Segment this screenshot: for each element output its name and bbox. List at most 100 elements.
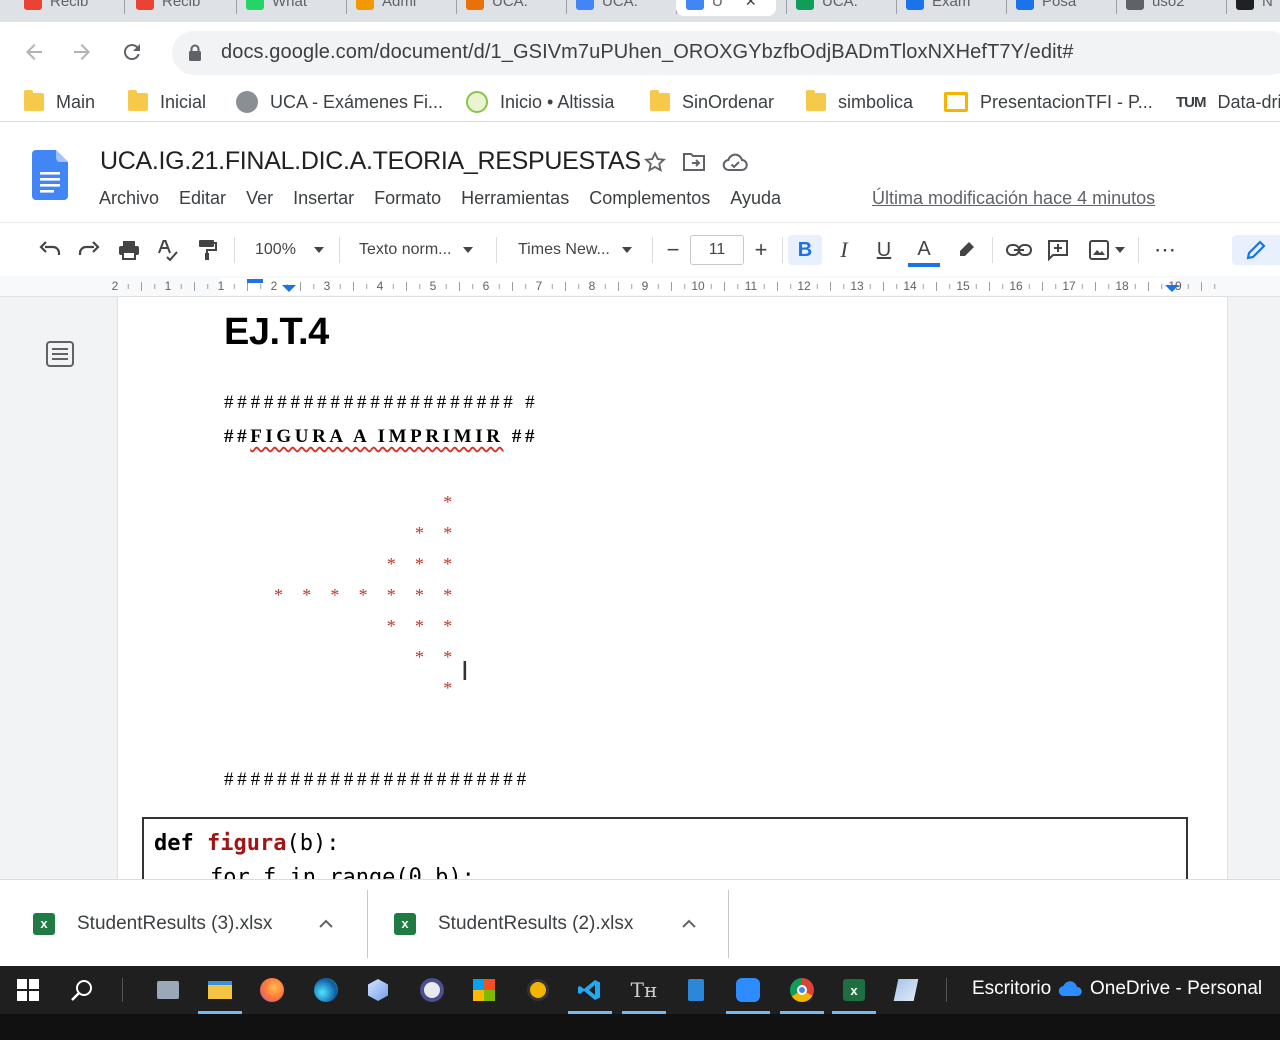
font-family-select[interactable]: Times New... [518, 235, 632, 265]
browser-tab[interactable]: N [1226, 0, 1280, 16]
redo-button[interactable] [75, 235, 103, 265]
paragraph-style-select[interactable]: Texto norm... [359, 235, 474, 265]
decrease-font-size-button[interactable]: − [660, 235, 686, 265]
docs-header: UCA.IG.21.FINAL.DIC.A.TEORIA_RESPUESTAS … [0, 122, 1280, 222]
browser-tab[interactable]: UCA. [786, 0, 886, 16]
tab-label: Posa [1042, 0, 1077, 10]
taskbar-app-drive[interactable] [154, 976, 182, 1004]
browser-tab[interactable]: uso2 [1116, 0, 1216, 16]
spellcheck-button[interactable] [154, 235, 182, 265]
more-options-button[interactable]: ⋯ [1150, 235, 1180, 265]
app-icon [527, 979, 549, 1001]
text-color-button[interactable]: A [908, 235, 940, 267]
taskbar-desktop-label[interactable]: Escritorio [972, 978, 1051, 1000]
underline-button[interactable]: U [870, 235, 898, 265]
menu-item-editar[interactable]: Editar [179, 188, 226, 209]
onedrive-label: OneDrive - Personal [1090, 978, 1263, 999]
menu-item-ayuda[interactable]: Ayuda [730, 188, 781, 209]
document-title[interactable]: UCA.IG.21.FINAL.DIC.A.TEORIA_RESPUESTAS [100, 147, 641, 176]
bookmark-item[interactable]: SinOrdenar [650, 84, 774, 120]
menu-item-complementos[interactable]: Complementos [589, 188, 710, 209]
omnibox[interactable]: docs.google.com/document/d/1_GSIVm7uPUhe… [172, 31, 1280, 75]
browser-tab[interactable]: What [236, 0, 336, 16]
bookmark-item[interactable]: PresentacionTFI - P... [944, 84, 1153, 120]
tab-favicon-icon [1236, 0, 1254, 10]
close-tab-icon[interactable]: ✕ [745, 0, 757, 10]
browser-tab[interactable]: Recib [14, 0, 114, 16]
undo-button[interactable] [36, 235, 64, 265]
menu-item-herramientas[interactable]: Herramientas [461, 188, 569, 209]
browser-tab[interactable]: UCA. [566, 0, 666, 16]
taskbar-app-office[interactable] [470, 976, 498, 1004]
document-page[interactable]: EJ.T.4 ###################### # ##FIGURA… [118, 297, 1227, 879]
taskbar-app-chrome[interactable] [780, 976, 824, 1014]
tab-favicon-icon [356, 0, 374, 10]
move-to-folder-icon[interactable] [682, 151, 706, 173]
bookmark-item[interactable]: Inicio • Altissia [466, 84, 614, 120]
menu-item-insertar[interactable]: Insertar [293, 188, 354, 209]
browser-tab[interactable]: Exam [896, 0, 996, 16]
windows-logo-icon [17, 979, 39, 1001]
chevron-up-icon[interactable] [318, 919, 334, 929]
taskbar-app-3d[interactable] [364, 976, 392, 1004]
ruler-label: 15 [956, 279, 970, 293]
taskbar-app-firefox[interactable] [258, 976, 286, 1004]
bookmark-item[interactable]: TUM Data-dri [1176, 84, 1280, 120]
zoom-select[interactable]: 100% [255, 235, 324, 265]
paint-format-button[interactable] [193, 235, 221, 265]
highlight-color-button[interactable] [952, 235, 980, 265]
menu-item-archivo[interactable]: Archivo [99, 188, 159, 209]
taskbar-app-typora[interactable]: Tʜ [622, 976, 666, 1014]
figure-star: * [415, 585, 424, 605]
last-edit-link[interactable]: Última modificación hace 4 minutos [872, 188, 1155, 209]
document-outline-icon[interactable] [46, 341, 74, 367]
taskbar-app-explorer[interactable] [198, 976, 242, 1014]
taskbar-app-edge[interactable] [312, 976, 340, 1004]
menu-item-formato[interactable]: Formato [374, 188, 441, 209]
taskbar-app-vscode[interactable] [568, 976, 612, 1014]
bookmark-item[interactable]: UCA - Exámenes Fi... [236, 84, 443, 120]
download-item[interactable]: x StudentResults (2).xlsx [394, 880, 697, 967]
insert-link-button[interactable] [1004, 235, 1034, 265]
insert-image-button[interactable] [1084, 235, 1130, 265]
add-comment-button[interactable] [1044, 235, 1072, 265]
italic-button[interactable]: I [830, 235, 858, 265]
browser-tab[interactable]: Posa [1006, 0, 1106, 16]
font-size-input[interactable]: 11 [690, 235, 744, 265]
back-button[interactable] [16, 34, 52, 70]
windows-start-button[interactable] [14, 976, 42, 1004]
print-button[interactable] [115, 235, 143, 265]
reload-button[interactable] [114, 34, 150, 70]
increase-font-size-button[interactable]: + [748, 235, 774, 265]
taskbar-app-chrome-alt[interactable] [524, 976, 552, 1004]
taskbar-app-excel[interactable]: x [832, 976, 876, 1014]
document-heading: EJ.T.4 [224, 311, 329, 353]
editing-mode-button[interactable] [1232, 235, 1280, 265]
browser-tab[interactable]: UCA. [456, 0, 556, 16]
star-icon[interactable] [644, 151, 666, 173]
bookmark-label: SinOrdenar [682, 91, 775, 112]
taskbar-search-button[interactable] [68, 976, 96, 1004]
bookmark-item[interactable]: simbolica [806, 84, 913, 120]
horizontal-ruler[interactable]: 2112345678910111213141516171819 [0, 276, 1280, 297]
taskbar-onedrive[interactable]: OneDrive - Personal [1058, 978, 1262, 1000]
taskbar-app-paint[interactable] [892, 976, 920, 1004]
menu-item-ver[interactable]: Ver [246, 188, 273, 209]
bookmark-item[interactable]: Main [24, 84, 95, 120]
first-line-indent-marker[interactable] [247, 279, 263, 283]
figure-star: * [443, 523, 453, 543]
taskbar-app-disc[interactable] [418, 976, 446, 1004]
forward-button[interactable] [64, 34, 100, 70]
taskbar-app-notes[interactable] [682, 976, 710, 1004]
ruler-label: 18 [1115, 279, 1129, 293]
bookmark-item[interactable]: Inicial [128, 84, 206, 120]
download-item[interactable]: x StudentResults (3).xlsx [33, 880, 334, 967]
chevron-up-icon[interactable] [681, 919, 697, 929]
browser-tab[interactable]: U ✕ [676, 0, 776, 16]
taskbar-app-zoom[interactable] [726, 976, 770, 1014]
browser-tab[interactable]: Recib [126, 0, 226, 16]
browser-tab[interactable]: Admi [346, 0, 446, 16]
bold-button[interactable]: B [788, 235, 822, 265]
cloud-saved-icon[interactable] [722, 151, 748, 173]
ruler-label: 7 [536, 279, 543, 293]
